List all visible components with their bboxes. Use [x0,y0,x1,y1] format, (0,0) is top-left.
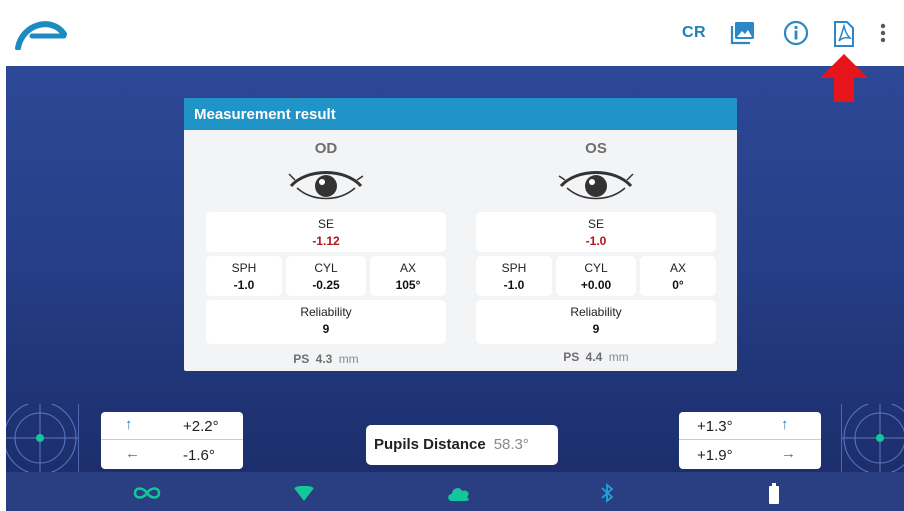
od-cyl-box: CYL -0.25 [286,256,366,296]
os-ax-value: 0° [672,278,684,292]
od-reliability-value: 9 [322,322,330,336]
right-arrow-icon[interactable]: → [781,445,796,462]
os-ps-value: 4.4 [585,350,603,364]
os-reliability-value: 9 [592,322,600,336]
os-label: OS [585,140,607,157]
od-se-box: SE -1.12 [206,212,446,252]
od-ax-box: AX 105° [370,256,446,296]
eye-icon [288,171,364,200]
os-ps: PS 4.4 mm [476,350,716,364]
left-horizontal-value: -1.6° [183,447,215,464]
infinity-icon [133,487,161,499]
od-ps: PS 4.3 mm [206,352,446,366]
pupils-distance-value: 58.3° [493,436,529,453]
sph-label: SPH [231,261,257,275]
more-vert-icon[interactable] [876,20,890,46]
od-header: OD [206,140,446,206]
od-cyl-value: -0.25 [312,278,340,292]
os-se-value: -1.0 [585,234,607,248]
app-logo [15,21,67,50]
cloud-icon [448,488,469,501]
se-label: SE [587,217,604,231]
os-sph-value: -1.0 [503,278,525,292]
ax-label: AX [669,261,686,275]
right-horizontal-value: +1.9° [697,447,733,464]
up-arrow-icon[interactable]: ↑ [125,416,133,433]
gallery-icon[interactable] [730,20,756,46]
divider [78,404,79,472]
info-icon[interactable] [783,20,809,46]
os-sph-box: SPH -1.0 [476,256,552,296]
ps-unit: mm [338,352,359,366]
od-sph-box: SPH -1.0 [206,256,282,296]
left-up-value: +2.2° [183,418,219,435]
od-sph-value: -1.0 [233,278,255,292]
pupils-distance-box: Pupils Distance 58.3° [366,425,558,465]
os-cyl-value: +0.00 [580,278,612,292]
os-cyl-box: CYL +0.00 [556,256,636,296]
right-eye-target-icon [842,404,904,472]
ax-label: AX [399,261,416,275]
od-ps-value: 4.3 [315,352,333,366]
left-arrow-icon[interactable]: ← [125,445,140,462]
cyl-label: CYL [314,261,338,275]
od-se-value: -1.12 [312,234,340,248]
measurement-result-card: Measurement result OD SE -1.12 SPH -1.0 … [184,98,737,371]
right-horizontal-row[interactable]: +1.9° → [679,441,821,469]
os-header: OS [476,140,716,206]
card-title: Measurement result [184,98,737,130]
left-up-row[interactable]: ↑ +2.2° [101,412,243,440]
eye-icon [558,171,634,200]
status-bar [6,472,904,511]
bluetooth-icon [601,483,614,503]
ps-unit: mm [608,350,629,364]
battery-icon [769,483,779,504]
os-ax-box: AX 0° [640,256,716,296]
os-reliability-box: Reliability 9 [476,300,716,344]
cr-button[interactable]: CR [682,24,706,42]
se-label: SE [317,217,334,231]
red-up-arrow-icon [820,54,868,102]
ps-label: PS [563,350,580,364]
sph-label: SPH [501,261,527,275]
reliability-label: Reliability [300,305,352,319]
top-app-bar: CR [0,0,904,64]
od-label: OD [314,140,338,157]
up-arrow-icon[interactable]: ↑ [781,416,789,433]
os-se-box: SE -1.0 [476,212,716,252]
od-reliability-box: Reliability 9 [206,300,446,344]
wifi-icon [294,486,314,501]
left-eye-target-icon [6,404,78,472]
pupils-distance-label: Pupils Distance [374,436,486,453]
od-ax-value: 105° [395,278,421,292]
pdf-icon[interactable] [833,21,855,47]
left-horizontal-row[interactable]: ← -1.6° [101,441,243,469]
right-up-value: +1.3° [697,418,733,435]
ps-label: PS [293,352,310,366]
right-adjust-control: +1.3° ↑ +1.9° → [679,412,821,469]
od-panel: SE -1.12 SPH -1.0 CYL -0.25 AX 105° Reli… [206,212,446,344]
left-adjust-control: ↑ +2.2° ← -1.6° [101,412,243,469]
reliability-label: Reliability [570,305,622,319]
os-panel: SE -1.0 SPH -1.0 CYL +0.00 AX 0° Reliabi… [476,212,716,344]
cyl-label: CYL [584,261,608,275]
right-up-row[interactable]: +1.3° ↑ [679,412,821,440]
